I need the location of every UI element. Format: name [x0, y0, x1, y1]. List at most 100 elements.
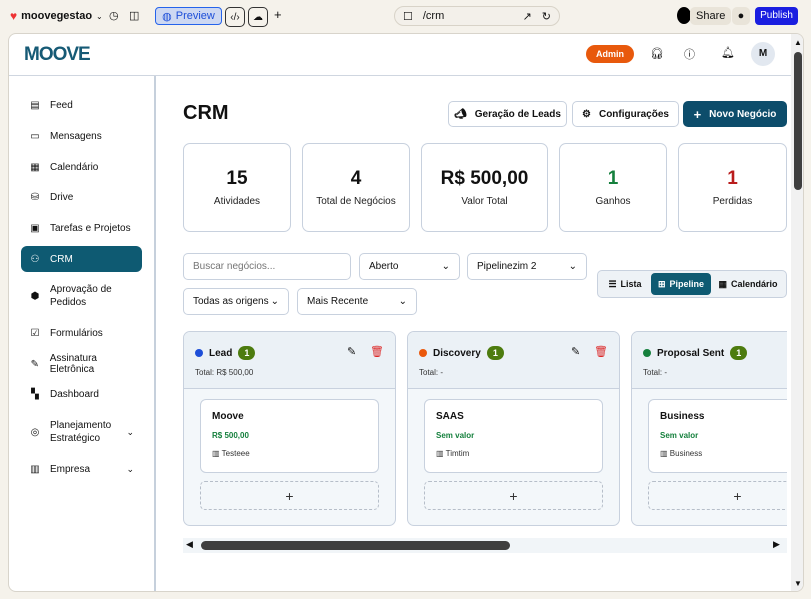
github-icon[interactable]: ● — [732, 7, 750, 25]
deal-card[interactable]: Moove R$ 500,00 ▥ Testeee — [200, 399, 379, 473]
preview-button[interactable]: ◍ Preview — [155, 7, 222, 25]
sidebar-item-dashboard[interactable]: ▚ Dashboard — [21, 385, 142, 403]
gear-icon: ⚙ — [582, 108, 591, 120]
scroll-left-arrow[interactable]: ◀ — [186, 539, 193, 550]
sidebar-item-mensagens[interactable]: ▭ Mensagens — [21, 127, 142, 145]
origin-select[interactable]: Todas as origens ⌄ — [183, 288, 289, 315]
scroll-down-arrow[interactable]: ▼ — [794, 579, 802, 588]
pipeline-column-lead: Lead 1 ✎ 🗑︎ Total: R$ 500,00 Moove R$ 500,0… — [183, 331, 396, 526]
stage-color-dot — [195, 349, 203, 357]
scroll-right-arrow[interactable]: ▶ — [773, 539, 780, 550]
edit-icon[interactable]: ✎ — [347, 345, 356, 358]
form-icon: ☑ — [30, 327, 40, 339]
stat-card-activities: 15 Atividades — [183, 143, 291, 232]
deal-card[interactable]: SAAS Sem valor ▥ Timtim — [424, 399, 603, 473]
chevron-down-icon: ⌄ — [126, 463, 134, 474]
trash-icon[interactable]: 🗑︎ — [370, 345, 384, 358]
page-title: CRM — [183, 102, 229, 124]
stat-card-deals: 4 Total de Negócios — [302, 143, 410, 232]
trash-icon[interactable]: 🗑︎ — [594, 345, 608, 358]
scrollbar-thumb[interactable] — [201, 541, 510, 550]
view-list-button[interactable]: ☰ Lista — [601, 273, 649, 295]
new-deal-button[interactable]: + Novo Negócio — [683, 101, 787, 127]
app-header: MOOVE Admin 🎧︎ ⓘ 🔔︎ M — [9, 34, 791, 76]
open-external-icon[interactable]: ↗ — [523, 10, 532, 23]
code-button[interactable]: ‹/› — [225, 7, 245, 27]
add-tab-button[interactable]: + — [274, 7, 282, 22]
users-icon: ⚇ — [30, 253, 40, 265]
list-icon: ☰ — [608, 278, 617, 289]
page-icon: ☐ — [403, 10, 413, 23]
view-calendar-button[interactable]: ▦ Calendário — [713, 273, 783, 295]
globe-icon: ◍ — [162, 10, 172, 23]
search-input[interactable] — [183, 253, 351, 280]
help-icon[interactable]: ⓘ — [684, 46, 695, 62]
chevron-down-icon: ⌄ — [126, 426, 134, 437]
admin-badge[interactable]: Admin — [586, 45, 634, 63]
stage-color-dot — [643, 349, 651, 357]
edit-icon[interactable]: ✎ — [571, 345, 580, 358]
chevron-down-icon: ⌄ — [270, 296, 279, 307]
logo[interactable]: MOOVE — [24, 44, 91, 66]
sidebar-item-empresa[interactable]: ▥ Empresa ⌄ — [21, 460, 142, 478]
view-pipeline-button[interactable]: ⊞ Pipeline — [651, 273, 711, 295]
avatar[interactable]: M — [751, 42, 775, 66]
grid-icon: ⊞ — [657, 278, 666, 289]
share-button[interactable]: Share — [690, 7, 732, 25]
sidebar-item-feed[interactable]: ▤ Feed — [21, 96, 142, 114]
sort-select[interactable]: Mais Recente ⌄ — [297, 288, 417, 315]
headset-icon[interactable]: 🎧︎ — [650, 47, 664, 60]
newspaper-icon: ▤ — [30, 99, 40, 111]
target-icon: ◎ — [30, 426, 40, 438]
view-toggle: ☰ Lista ⊞ Pipeline ▦ Calendário — [597, 270, 787, 298]
building-icon: ▥ — [30, 463, 40, 475]
deal-card[interactable]: Business Sem valor ▥ Business — [648, 399, 787, 473]
calendar-icon: ▦ — [30, 161, 40, 173]
sidebar-item-drive[interactable]: ⛁ Drive — [21, 188, 142, 206]
stat-card-won: 1 Ganhos — [559, 143, 667, 232]
calendar-icon: ▦ — [718, 278, 727, 289]
project-menu[interactable]: ♥ moovegestao ⌄ — [10, 9, 103, 23]
add-deal-button[interactable]: + — [648, 481, 787, 510]
sidebar-item-assinatura[interactable]: ✎ Assinatura Eletrônica — [21, 353, 142, 375]
settings-button[interactable]: ⚙ Configurações — [572, 101, 679, 127]
cloud-button[interactable]: ☁ — [248, 7, 268, 27]
reload-icon[interactable]: ↻ — [542, 10, 551, 23]
plus-icon: + — [693, 106, 702, 122]
bell-icon[interactable]: 🔔︎ — [721, 46, 735, 59]
scroll-up-arrow[interactable]: ▲ — [794, 38, 802, 47]
chevron-down-icon: ⌄ — [398, 296, 407, 307]
message-icon: ▭ — [30, 130, 40, 142]
building-icon: ▥ — [436, 449, 444, 458]
sidebar-item-tarefas[interactable]: ▣ Tarefas e Projetos — [21, 219, 142, 237]
stage-color-dot — [419, 349, 427, 357]
pipeline-board: Lead 1 ✎ 🗑︎ Total: R$ 500,00 Moove R$ 500,0… — [183, 331, 787, 527]
scrollbar-thumb[interactable] — [794, 52, 802, 190]
horizontal-scrollbar[interactable]: ◀ ▶ — [183, 538, 787, 553]
sidebar-item-formularios[interactable]: ☑ Formulários — [21, 324, 142, 342]
sidebar-item-calendario[interactable]: ▦ Calendário — [21, 158, 142, 176]
package-icon: ⬢ — [30, 290, 40, 302]
stat-card-total-value: R$ 500,00 Valor Total — [421, 143, 548, 232]
pipeline-column-discovery: Discovery 1 ✎ 🗑︎ Total: - SAAS Sem valor ▥ T… — [407, 331, 620, 526]
history-icon[interactable]: ◷ — [109, 9, 119, 22]
lead-generation-button[interactable]: 📣︎ Geração de Leads — [448, 101, 567, 127]
sidebar-item-aprovacao[interactable]: ⬢ Aprovação de Pedidos — [21, 281, 142, 311]
browser-toolbar: ♥ moovegestao ⌄ ◷ ◫ ◍ Preview ‹/› ☁ + ☐/crm… — [0, 0, 811, 32]
sidebar-toggle-icon[interactable]: ◫ — [129, 9, 139, 22]
clipboard-icon: ▣ — [30, 222, 40, 234]
pipeline-select[interactable]: Pipelinezim 2 ⌄ — [467, 253, 587, 280]
sidebar-item-crm[interactable]: ⚇ CRM — [21, 246, 142, 272]
add-deal-button[interactable]: + — [424, 481, 603, 510]
chevron-down-icon: ⌄ — [441, 261, 450, 272]
add-deal-button[interactable]: + — [200, 481, 379, 510]
vertical-scrollbar[interactable]: ▲ ▼ — [791, 34, 803, 591]
publish-button[interactable]: Publish — [755, 7, 798, 25]
url-bar[interactable]: ☐/crm ↗ ↻ — [394, 6, 560, 26]
building-icon: ▥ — [660, 449, 668, 458]
status-select[interactable]: Aberto ⌄ — [359, 253, 460, 280]
user-avatar[interactable] — [677, 7, 691, 24]
sidebar-item-planejamento[interactable]: ◎ Planejamento Estratégico ⌄ — [21, 417, 142, 447]
pen-icon: ✎ — [30, 358, 40, 370]
megaphone-icon: 📣︎ — [454, 108, 467, 120]
